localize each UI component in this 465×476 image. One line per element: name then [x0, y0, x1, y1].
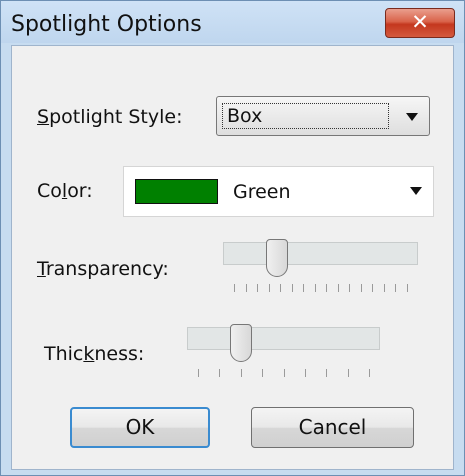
slider-tick	[349, 284, 350, 292]
spotlight-style-select[interactable]: Box	[216, 96, 430, 136]
thickness-ticks	[198, 369, 370, 377]
slider-tick	[280, 284, 281, 292]
transparency-ticks	[234, 284, 408, 292]
slider-tick	[198, 369, 199, 377]
spotlight-style-label: Spotlight Style:	[37, 106, 183, 128]
dialog-title: Spotlight Options	[11, 12, 202, 37]
slider-tick	[348, 369, 349, 377]
spotlight-style-value: Box	[222, 103, 389, 129]
slider-tick	[262, 369, 263, 377]
slider-tick	[326, 284, 327, 292]
color-swatch	[135, 179, 218, 204]
thickness-slider-thumb[interactable]	[230, 324, 252, 362]
slider-tick	[395, 284, 396, 292]
thickness-slider-track	[187, 327, 380, 350]
slider-tick	[292, 284, 293, 292]
chevron-down-icon	[406, 113, 418, 121]
cancel-button[interactable]: Cancel	[251, 407, 414, 448]
thickness-label: Thickness:	[44, 343, 145, 365]
transparency-label: Transparency:	[37, 258, 169, 280]
color-label: Color:	[37, 180, 93, 202]
spotlight-options-dialog: Spotlight Options ✕ Spotlight Style: Box…	[0, 0, 465, 476]
close-icon: ✕	[411, 10, 429, 34]
slider-tick	[257, 284, 258, 292]
transparency-slider-thumb[interactable]	[266, 239, 288, 277]
slider-tick	[305, 369, 306, 377]
color-value: Green	[233, 181, 291, 203]
slider-tick	[315, 284, 316, 292]
slider-tick	[246, 284, 247, 292]
slider-tick	[219, 369, 220, 377]
chevron-down-icon	[410, 187, 422, 195]
dialog-body: Spotlight Style: Box Color: Green Transp…	[11, 45, 454, 470]
slider-tick	[269, 284, 270, 292]
ok-button[interactable]: OK	[70, 407, 210, 448]
thickness-slider[interactable]	[187, 324, 380, 382]
slider-tick	[338, 284, 339, 292]
slider-tick	[372, 284, 373, 292]
transparency-slider-track	[223, 242, 418, 265]
slider-tick	[369, 369, 370, 377]
close-button[interactable]: ✕	[385, 8, 455, 38]
slider-tick	[407, 284, 408, 292]
transparency-slider[interactable]	[223, 239, 418, 297]
color-select[interactable]: Green	[123, 166, 434, 217]
slider-tick	[234, 284, 235, 292]
slider-tick	[361, 284, 362, 292]
title-bar: Spotlight Options ✕	[1, 1, 464, 43]
slider-tick	[326, 369, 327, 377]
slider-tick	[384, 284, 385, 292]
slider-tick	[284, 369, 285, 377]
slider-tick	[241, 369, 242, 377]
slider-tick	[303, 284, 304, 292]
